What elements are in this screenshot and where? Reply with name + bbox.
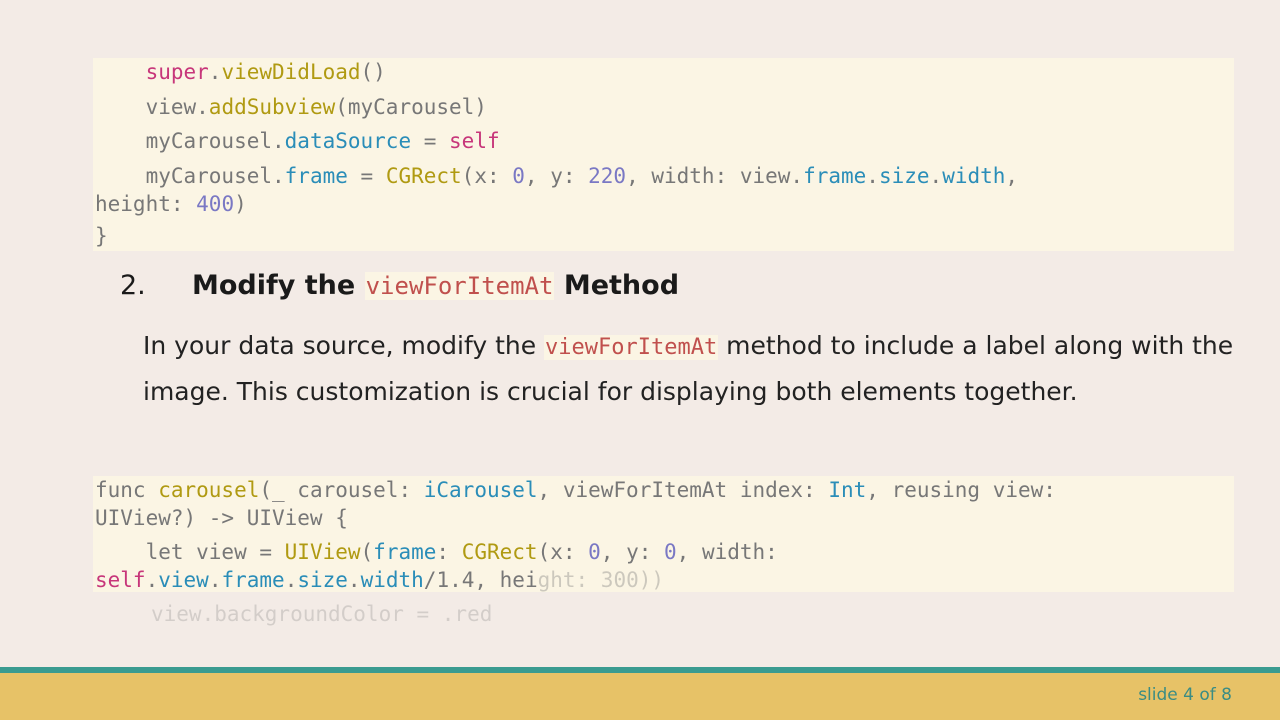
code-line: self.view.frame.size.width/1.4, height: … [95,566,664,594]
code-block-view-did-load: super.viewDidLoad() view.addSubview(myCa… [93,58,1234,251]
code-token: /1.4, hei [423,568,538,592]
inline-code: viewForItemAt [364,272,555,300]
code-token: , reusing view: [866,478,1056,502]
code-token: , [1005,164,1019,188]
footer-bar: slide 4 of 8 [0,673,1280,720]
inline-code: viewForItemAt [544,335,719,360]
code-token: frame [373,540,437,564]
instruction-paragraph: In your data source, modify the viewForI… [143,324,1243,414]
code-token: func [95,478,159,502]
code-token: Int [828,478,867,502]
code-token: self [449,129,500,153]
code-line: } [95,222,108,250]
step-title-text: Modify the [192,270,365,301]
code-token: 0 [588,540,601,564]
code-block-view-for-item: func carousel(_ carousel: iCarousel, vie… [93,476,1234,592]
code-token: (myCarousel) [335,95,487,119]
code-token: ght: 300)) [537,568,665,592]
code-token: frame [803,164,867,188]
step-title-text: Method [554,270,680,301]
code-token: viewDidLoad [221,60,361,84]
code-token: , viewForItemAt index: [537,478,829,502]
code-token: ( [360,540,374,564]
code-token: UIView?) -> UIView { [95,506,348,530]
code-token: UIView [284,540,361,564]
code-token: , y: [600,540,664,564]
code-token: width [942,164,1006,188]
code-token: . [866,164,879,188]
code-line: view.addSubview(myCarousel) [95,93,487,121]
code-token: : [436,540,462,564]
slide-counter: slide 4 of 8 [1138,685,1232,705]
code-token: myCarousel. [145,164,285,188]
code-token: myCarousel. [145,129,285,153]
code-token: height: [95,192,197,216]
code-token: 0 [664,540,677,564]
code-token: } [95,224,108,248]
code-token: . [145,568,159,592]
code-token: 220 [588,164,627,188]
code-token: size [878,164,930,188]
step-number: 2. [120,270,146,301]
code-token: . [347,568,361,592]
code-token: CGRect [385,164,462,188]
code-token: 400 [196,192,235,216]
code-token: frame [284,164,348,188]
code-line: myCarousel.frame = CGRect(x: 0, y: 220, … [95,162,1018,190]
code-token: ) [234,192,247,216]
code-token: . [929,164,943,188]
code-token: = [411,129,450,153]
code-token: addSubview [208,95,336,119]
code-token: . [284,568,298,592]
code-token: . [208,60,222,84]
code-line: myCarousel.dataSource = self [95,127,500,155]
code-token: iCarousel [423,478,538,502]
code-token: width [360,568,424,592]
code-line-faded: view.backgroundColor = .red [151,602,493,626]
code-token: . [208,568,222,592]
code-token: size [297,568,348,592]
code-token: super [145,60,209,84]
code-token: = [347,164,386,188]
code-token: view [158,568,209,592]
code-line: super.viewDidLoad() [95,58,386,86]
code-token: CGRect [461,540,538,564]
code-token: self [95,568,146,592]
code-token: , width: [676,540,778,564]
code-line: height: 400) [95,190,247,218]
code-token: 0 [512,164,525,188]
code-token: let view = [145,540,285,564]
code-token: frame [221,568,285,592]
code-token: view. [145,95,209,119]
step-title: Modify the viewForItemAt Method [192,270,679,301]
paragraph-text: In your data source, modify the [143,331,545,360]
code-token: (x: [461,164,513,188]
code-token: () [360,60,386,84]
code-token: carousel [158,478,260,502]
code-token: (_ carousel: [259,478,424,502]
code-line: func carousel(_ carousel: iCarousel, vie… [95,476,1056,504]
code-line: let view = UIView(frame: CGRect(x: 0, y:… [95,538,778,566]
code-token: , y: [524,164,589,188]
code-line: UIView?) -> UIView { [95,504,348,532]
code-token: dataSource [284,129,412,153]
code-token: (x: [537,540,589,564]
code-token: , width: view. [626,164,804,188]
